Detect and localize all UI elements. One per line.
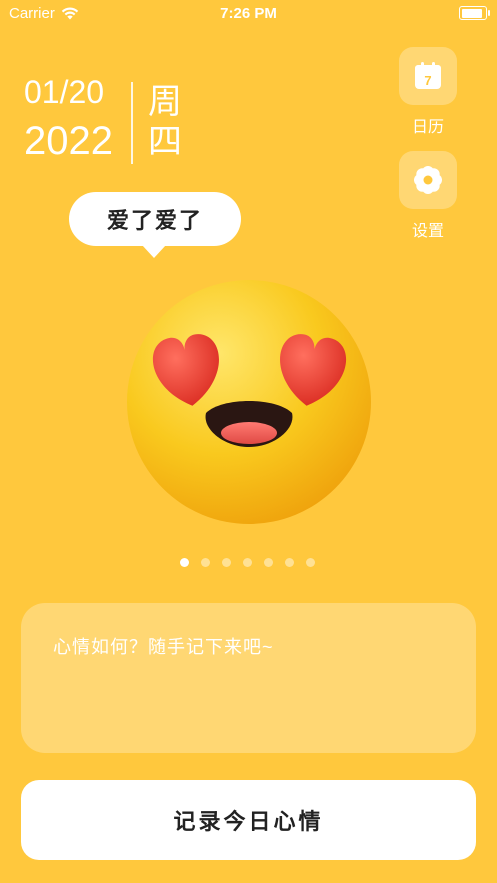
status-bar: Carrier 7:26 PM <box>0 0 497 30</box>
page-dot[interactable] <box>285 558 294 567</box>
status-time: 7:26 PM <box>220 5 277 22</box>
month-day: 01/20 <box>24 74 105 110</box>
calendar-icon-day: 7 <box>424 73 431 88</box>
page-dot[interactable] <box>243 558 252 567</box>
settings-tile[interactable] <box>399 151 457 209</box>
bubble-text: 爱了爱了 <box>106 208 203 233</box>
page-dot[interactable] <box>306 558 315 567</box>
gear-icon <box>414 166 442 194</box>
settings-label: 设置 <box>411 223 444 240</box>
battery-icon <box>459 6 490 20</box>
date-display: 01/20 2022 <box>24 72 113 165</box>
calendar-icon: 7 <box>415 62 441 89</box>
settings-button[interactable]: 设置 <box>399 151 457 241</box>
weekday: 周四 <box>148 83 182 161</box>
page-dot[interactable] <box>222 558 231 567</box>
page-dot-active[interactable] <box>180 558 189 567</box>
mood-speech-bubble: 爱了爱了 <box>69 192 241 258</box>
page-indicator[interactable] <box>180 558 315 567</box>
year: 2022 <box>24 119 113 163</box>
date-divider <box>131 82 133 164</box>
calendar-button[interactable]: 7 日历 <box>399 47 457 137</box>
page-dot[interactable] <box>201 558 210 567</box>
record-button-label: 记录今日心情 <box>173 809 324 834</box>
note-placeholder: 心情如何？随手记下来吧~ <box>53 637 274 657</box>
record-mood-button[interactable]: 记录今日心情 <box>21 780 476 860</box>
calendar-tile[interactable]: 7 <box>399 47 457 105</box>
calendar-label: 日历 <box>411 119 444 136</box>
battery-fill <box>461 8 482 18</box>
mood-note-input[interactable]: 心情如何？随手记下来吧~ <box>21 603 476 753</box>
heart-eyes-emoji[interactable] <box>126 279 372 525</box>
page-dot[interactable] <box>264 558 273 567</box>
